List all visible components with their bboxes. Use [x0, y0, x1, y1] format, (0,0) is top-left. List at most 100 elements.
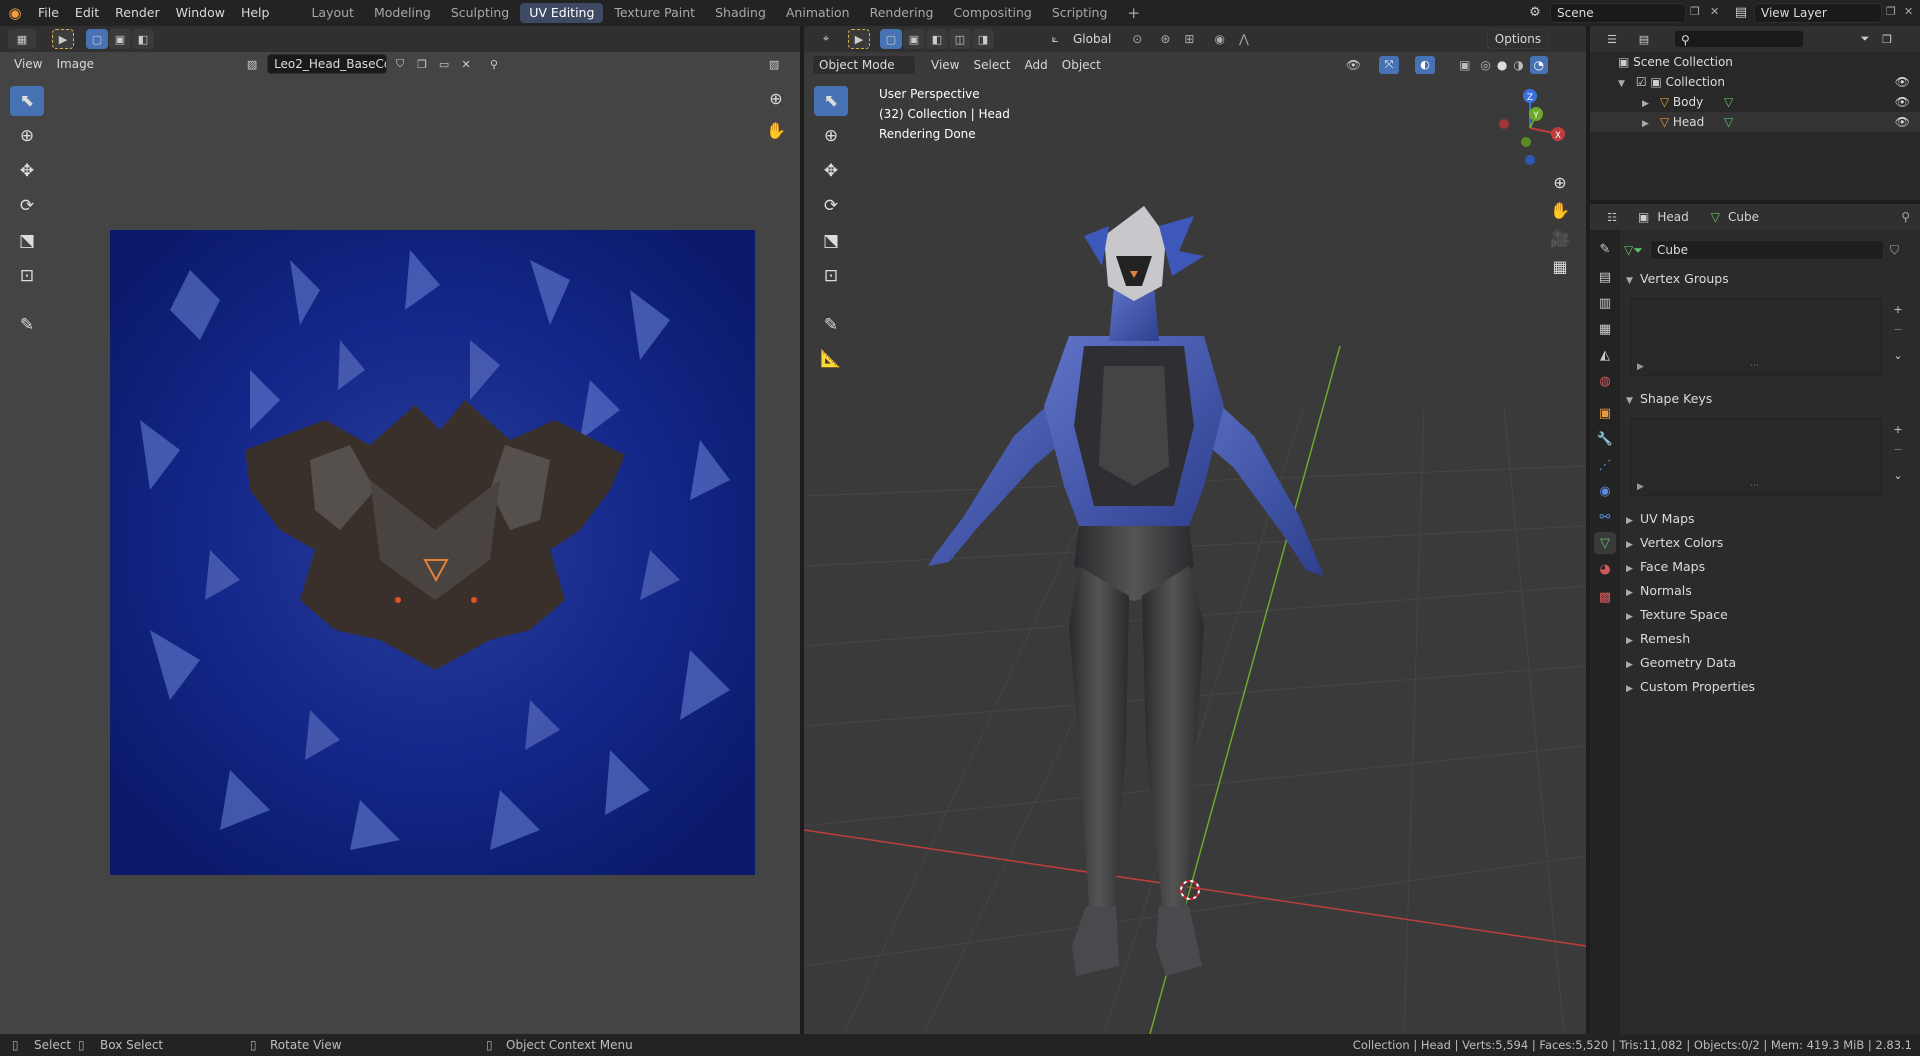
vp-tool-move[interactable]: ✥	[814, 156, 848, 186]
collection-checkbox-icon[interactable]: ☑	[1636, 75, 1647, 89]
tab-rendering[interactable]: Rendering	[861, 3, 943, 23]
select-mode-extend-icon[interactable]: ▣	[109, 29, 131, 49]
vertex-groups-expand-icon[interactable]: ▶	[1637, 362, 1644, 372]
menu-window[interactable]: Window	[168, 0, 233, 26]
panel-vertex-groups[interactable]: ▼ Vertex Groups	[1626, 268, 1904, 290]
viewport-select-tool-icon[interactable]: ▶	[848, 29, 870, 49]
tab-scene-icon[interactable]: ◭	[1594, 344, 1616, 366]
vp-select-extend-icon[interactable]: ▣	[903, 29, 925, 49]
panel-texture-space[interactable]: ▶ Texture Space	[1626, 604, 1904, 626]
tab-modeling[interactable]: Modeling	[365, 3, 440, 23]
vp-select-invert-icon[interactable]: ◫	[949, 29, 971, 49]
blender-logo-icon[interactable]: ◉	[0, 4, 30, 22]
transform-orientation-dropdown[interactable]: Global	[1066, 32, 1118, 46]
tab-shading[interactable]: Shading	[706, 3, 775, 23]
panel-geometry-data[interactable]: ▶ Geometry Data	[1626, 652, 1904, 674]
tab-view-layer-icon[interactable]: ▦	[1594, 318, 1616, 340]
shape-keys-expand-icon[interactable]: ▶	[1637, 482, 1644, 492]
tab-render-icon[interactable]: ▤	[1594, 266, 1616, 288]
tab-constraints-icon[interactable]: ⚯	[1594, 506, 1616, 528]
tab-data-icon[interactable]: ▽	[1594, 532, 1616, 554]
vp-tool-measure[interactable]: 📐	[814, 344, 848, 374]
vp-tool-annotate[interactable]: ✎	[814, 310, 848, 340]
tab-tool-icon[interactable]: ✎	[1594, 238, 1616, 260]
remove-scene-icon[interactable]: ✕	[1710, 5, 1724, 21]
image-name-field[interactable]: Leo2_Head_BaseCol...	[267, 54, 388, 74]
tool-move[interactable]: ✥	[10, 156, 44, 186]
expand-collection-icon[interactable]: ▼	[1618, 74, 1632, 94]
shading-material-icon[interactable]: ◑	[1513, 58, 1523, 72]
head-visibility-icon[interactable]: 👁	[1895, 112, 1910, 132]
shape-keys-resize-icon[interactable]: ⋯	[1750, 481, 1759, 491]
tool-scale[interactable]: ⬔	[10, 226, 44, 256]
snap-icon[interactable]: ⊛	[1160, 32, 1170, 46]
shading-solid-icon[interactable]: ●	[1497, 58, 1507, 72]
panel-vertex-colors[interactable]: ▶ Vertex Colors	[1626, 532, 1904, 554]
add-shape-key-button[interactable]: +	[1888, 420, 1908, 438]
remove-vertex-group-button[interactable]: −	[1888, 320, 1908, 338]
falloff-icon[interactable]: ⋀	[1239, 32, 1249, 46]
menu-render[interactable]: Render	[107, 0, 168, 26]
new-collection-icon[interactable]: ❐	[1876, 29, 1898, 49]
remove-shape-key-button[interactable]: −	[1888, 440, 1908, 458]
mesh-browse-icon[interactable]: ▽⏷	[1624, 243, 1650, 258]
vp-menu-select[interactable]: Select	[966, 58, 1017, 72]
vertex-groups-resize-icon[interactable]: ⋯	[1750, 361, 1759, 371]
tab-scripting[interactable]: Scripting	[1043, 3, 1117, 23]
pin-icon[interactable]: ⚲	[483, 54, 505, 74]
tab-modifier-icon[interactable]: 🔧	[1594, 428, 1616, 450]
head-mesh-data-icon[interactable]: ▽	[1724, 112, 1733, 132]
vp-menu-add[interactable]: Add	[1018, 58, 1055, 72]
vp-tool-select-box[interactable]: ⬉	[814, 86, 848, 116]
tab-compositing[interactable]: Compositing	[944, 3, 1040, 23]
body-visibility-icon[interactable]: 👁	[1895, 92, 1910, 112]
vp-menu-view[interactable]: View	[924, 58, 966, 72]
vertex-group-specials-button[interactable]: ⌄	[1888, 346, 1908, 364]
image-browse-icon[interactable]: ▨	[241, 54, 263, 74]
gizmo-toggle-icon[interactable]: ⤧	[1379, 56, 1400, 74]
panel-shape-keys[interactable]: ▼ Shape Keys	[1626, 388, 1904, 410]
menu-edit[interactable]: Edit	[67, 0, 107, 26]
tab-texture-icon[interactable]: ▩	[1594, 586, 1616, 608]
add-workspace-button[interactable]: +	[1118, 3, 1149, 23]
remove-view-layer-icon[interactable]: ✕	[1904, 5, 1918, 21]
vp-ortho-grid-icon[interactable]: ▦	[1548, 254, 1572, 278]
tab-layout[interactable]: Layout	[302, 3, 363, 23]
expand-body-icon[interactable]: ▶	[1642, 94, 1656, 114]
vp-camera-icon[interactable]: 🎥	[1548, 226, 1572, 250]
body-mesh-data-icon[interactable]: ▽	[1724, 92, 1733, 112]
new-scene-icon[interactable]: ❐	[1690, 5, 1706, 21]
tab-object-icon[interactable]: ▣	[1594, 402, 1616, 424]
shape-key-specials-button[interactable]: ⌄	[1888, 466, 1908, 484]
orientation-icon[interactable]: ⟀	[1044, 29, 1066, 49]
pivot-icon[interactable]: ⊙	[1132, 32, 1142, 46]
editor-type-icon[interactable]: ▦	[8, 29, 36, 49]
vp-tool-transform[interactable]: ⊡	[814, 261, 848, 291]
tool-annotate[interactable]: ✎	[10, 310, 44, 340]
overlay-toggle-icon[interactable]: ◐	[1415, 56, 1436, 74]
unlink-image-icon[interactable]: ✕	[455, 54, 477, 74]
view-layer-field[interactable]: View Layer	[1754, 3, 1882, 23]
properties-pin-icon[interactable]: ⚲	[1901, 210, 1910, 224]
add-vertex-group-button[interactable]: +	[1888, 300, 1908, 318]
tab-world-icon[interactable]: ◍	[1594, 370, 1616, 392]
vp-zoom-icon[interactable]: ⊕	[1548, 170, 1572, 194]
snap-target-icon[interactable]: ⊞	[1184, 32, 1194, 46]
scene-icon[interactable]: ⚙	[1524, 3, 1546, 23]
options-dropdown[interactable]: Options	[1486, 29, 1550, 49]
panel-face-maps[interactable]: ▶ Face Maps	[1626, 556, 1904, 578]
outliner-search-input[interactable]: ⚲	[1674, 30, 1804, 48]
collection-visibility-icon[interactable]: 👁	[1895, 72, 1910, 92]
character-model[interactable]	[904, 206, 1324, 996]
viewport-3d[interactable]: ⌖ ▶ ▢ ▣ ◧ ◫ ◨ ⟀ Global ⊙ ⊛ ⊞ ◉ ⋀ Options…	[804, 26, 1586, 1034]
tab-animation[interactable]: Animation	[777, 3, 859, 23]
tab-output-icon[interactable]: ▥	[1594, 292, 1616, 314]
outliner-row-collection[interactable]: ▼ ☑ ▣ Collection 👁	[1590, 72, 1920, 92]
tab-physics-icon[interactable]: ◉	[1594, 480, 1616, 502]
tool-transform[interactable]: ⊡	[10, 261, 44, 291]
shading-rendered-icon[interactable]: ◔	[1529, 56, 1548, 74]
tool-rotate[interactable]: ⟳	[10, 191, 44, 221]
panel-uv-maps[interactable]: ▶ UV Maps	[1626, 508, 1904, 530]
proportional-edit-icon[interactable]: ◉	[1214, 32, 1224, 46]
vp-menu-object[interactable]: Object	[1055, 58, 1108, 72]
